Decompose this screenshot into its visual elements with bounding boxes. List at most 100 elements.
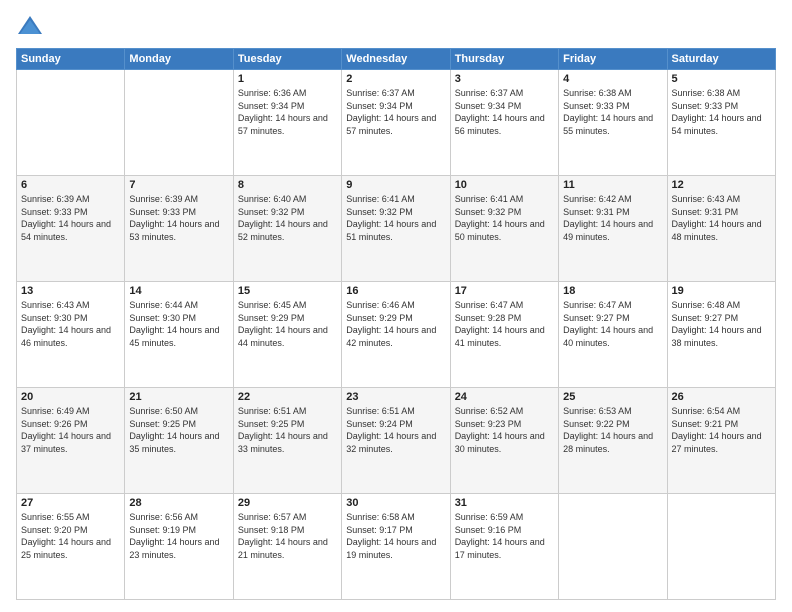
logo-icon — [16, 12, 44, 40]
day-number: 29 — [238, 497, 337, 509]
day-number: 14 — [129, 285, 228, 297]
calendar-day-cell: 14 Sunrise: 6:44 AM Sunset: 9:30 PM Dayl… — [125, 282, 233, 388]
day-number: 3 — [455, 73, 554, 85]
calendar-day-cell: 1 Sunrise: 6:36 AM Sunset: 9:34 PM Dayli… — [233, 70, 341, 176]
page: SundayMondayTuesdayWednesdayThursdayFrid… — [0, 0, 792, 612]
day-number: 22 — [238, 391, 337, 403]
calendar-day-cell — [667, 494, 775, 600]
logo — [16, 12, 48, 40]
day-number: 2 — [346, 73, 445, 85]
day-number: 6 — [21, 179, 120, 191]
calendar-day-cell: 22 Sunrise: 6:51 AM Sunset: 9:25 PM Dayl… — [233, 388, 341, 494]
calendar-day-cell: 5 Sunrise: 6:38 AM Sunset: 9:33 PM Dayli… — [667, 70, 775, 176]
day-info: Sunrise: 6:56 AM Sunset: 9:19 PM Dayligh… — [129, 511, 228, 561]
day-info: Sunrise: 6:39 AM Sunset: 9:33 PM Dayligh… — [129, 193, 228, 243]
weekday-header: Wednesday — [342, 49, 450, 70]
weekday-row: SundayMondayTuesdayWednesdayThursdayFrid… — [17, 49, 776, 70]
day-number: 10 — [455, 179, 554, 191]
calendar-body: 1 Sunrise: 6:36 AM Sunset: 9:34 PM Dayli… — [17, 70, 776, 600]
calendar-day-cell: 27 Sunrise: 6:55 AM Sunset: 9:20 PM Dayl… — [17, 494, 125, 600]
calendar-week-row: 27 Sunrise: 6:55 AM Sunset: 9:20 PM Dayl… — [17, 494, 776, 600]
day-number: 25 — [563, 391, 662, 403]
calendar-day-cell: 4 Sunrise: 6:38 AM Sunset: 9:33 PM Dayli… — [559, 70, 667, 176]
calendar-day-cell: 26 Sunrise: 6:54 AM Sunset: 9:21 PM Dayl… — [667, 388, 775, 494]
calendar-day-cell: 12 Sunrise: 6:43 AM Sunset: 9:31 PM Dayl… — [667, 176, 775, 282]
day-info: Sunrise: 6:38 AM Sunset: 9:33 PM Dayligh… — [672, 87, 771, 137]
day-number: 15 — [238, 285, 337, 297]
day-number: 17 — [455, 285, 554, 297]
calendar-day-cell: 3 Sunrise: 6:37 AM Sunset: 9:34 PM Dayli… — [450, 70, 558, 176]
day-number: 12 — [672, 179, 771, 191]
day-info: Sunrise: 6:36 AM Sunset: 9:34 PM Dayligh… — [238, 87, 337, 137]
calendar-day-cell — [125, 70, 233, 176]
calendar-table: SundayMondayTuesdayWednesdayThursdayFrid… — [16, 48, 776, 600]
calendar-day-cell: 31 Sunrise: 6:59 AM Sunset: 9:16 PM Dayl… — [450, 494, 558, 600]
calendar-week-row: 6 Sunrise: 6:39 AM Sunset: 9:33 PM Dayli… — [17, 176, 776, 282]
calendar-day-cell: 18 Sunrise: 6:47 AM Sunset: 9:27 PM Dayl… — [559, 282, 667, 388]
day-info: Sunrise: 6:41 AM Sunset: 9:32 PM Dayligh… — [455, 193, 554, 243]
day-info: Sunrise: 6:37 AM Sunset: 9:34 PM Dayligh… — [346, 87, 445, 137]
calendar-day-cell: 29 Sunrise: 6:57 AM Sunset: 9:18 PM Dayl… — [233, 494, 341, 600]
day-number: 18 — [563, 285, 662, 297]
calendar-day-cell: 23 Sunrise: 6:51 AM Sunset: 9:24 PM Dayl… — [342, 388, 450, 494]
day-number: 16 — [346, 285, 445, 297]
calendar-week-row: 13 Sunrise: 6:43 AM Sunset: 9:30 PM Dayl… — [17, 282, 776, 388]
day-number: 19 — [672, 285, 771, 297]
day-info: Sunrise: 6:41 AM Sunset: 9:32 PM Dayligh… — [346, 193, 445, 243]
day-info: Sunrise: 6:50 AM Sunset: 9:25 PM Dayligh… — [129, 405, 228, 455]
calendar-header: SundayMondayTuesdayWednesdayThursdayFrid… — [17, 49, 776, 70]
calendar-day-cell: 11 Sunrise: 6:42 AM Sunset: 9:31 PM Dayl… — [559, 176, 667, 282]
weekday-header: Friday — [559, 49, 667, 70]
calendar-day-cell: 8 Sunrise: 6:40 AM Sunset: 9:32 PM Dayli… — [233, 176, 341, 282]
calendar-day-cell: 9 Sunrise: 6:41 AM Sunset: 9:32 PM Dayli… — [342, 176, 450, 282]
calendar-day-cell: 20 Sunrise: 6:49 AM Sunset: 9:26 PM Dayl… — [17, 388, 125, 494]
day-info: Sunrise: 6:59 AM Sunset: 9:16 PM Dayligh… — [455, 511, 554, 561]
day-number: 26 — [672, 391, 771, 403]
day-info: Sunrise: 6:49 AM Sunset: 9:26 PM Dayligh… — [21, 405, 120, 455]
day-info: Sunrise: 6:54 AM Sunset: 9:21 PM Dayligh… — [672, 405, 771, 455]
day-number: 1 — [238, 73, 337, 85]
day-info: Sunrise: 6:45 AM Sunset: 9:29 PM Dayligh… — [238, 299, 337, 349]
day-info: Sunrise: 6:43 AM Sunset: 9:30 PM Dayligh… — [21, 299, 120, 349]
day-number: 31 — [455, 497, 554, 509]
day-info: Sunrise: 6:51 AM Sunset: 9:25 PM Dayligh… — [238, 405, 337, 455]
day-info: Sunrise: 6:53 AM Sunset: 9:22 PM Dayligh… — [563, 405, 662, 455]
day-info: Sunrise: 6:47 AM Sunset: 9:27 PM Dayligh… — [563, 299, 662, 349]
calendar-day-cell: 16 Sunrise: 6:46 AM Sunset: 9:29 PM Dayl… — [342, 282, 450, 388]
weekday-header: Saturday — [667, 49, 775, 70]
day-number: 23 — [346, 391, 445, 403]
day-number: 4 — [563, 73, 662, 85]
calendar-day-cell: 25 Sunrise: 6:53 AM Sunset: 9:22 PM Dayl… — [559, 388, 667, 494]
day-number: 11 — [563, 179, 662, 191]
day-info: Sunrise: 6:51 AM Sunset: 9:24 PM Dayligh… — [346, 405, 445, 455]
day-info: Sunrise: 6:42 AM Sunset: 9:31 PM Dayligh… — [563, 193, 662, 243]
day-info: Sunrise: 6:40 AM Sunset: 9:32 PM Dayligh… — [238, 193, 337, 243]
day-number: 13 — [21, 285, 120, 297]
calendar-day-cell: 21 Sunrise: 6:50 AM Sunset: 9:25 PM Dayl… — [125, 388, 233, 494]
calendar-day-cell: 6 Sunrise: 6:39 AM Sunset: 9:33 PM Dayli… — [17, 176, 125, 282]
calendar-day-cell: 10 Sunrise: 6:41 AM Sunset: 9:32 PM Dayl… — [450, 176, 558, 282]
day-info: Sunrise: 6:48 AM Sunset: 9:27 PM Dayligh… — [672, 299, 771, 349]
day-info: Sunrise: 6:52 AM Sunset: 9:23 PM Dayligh… — [455, 405, 554, 455]
day-number: 24 — [455, 391, 554, 403]
day-number: 5 — [672, 73, 771, 85]
calendar-week-row: 20 Sunrise: 6:49 AM Sunset: 9:26 PM Dayl… — [17, 388, 776, 494]
day-info: Sunrise: 6:38 AM Sunset: 9:33 PM Dayligh… — [563, 87, 662, 137]
calendar-day-cell: 19 Sunrise: 6:48 AM Sunset: 9:27 PM Dayl… — [667, 282, 775, 388]
day-number: 8 — [238, 179, 337, 191]
calendar-day-cell: 30 Sunrise: 6:58 AM Sunset: 9:17 PM Dayl… — [342, 494, 450, 600]
day-info: Sunrise: 6:58 AM Sunset: 9:17 PM Dayligh… — [346, 511, 445, 561]
header — [16, 12, 776, 40]
day-number: 30 — [346, 497, 445, 509]
calendar-day-cell: 17 Sunrise: 6:47 AM Sunset: 9:28 PM Dayl… — [450, 282, 558, 388]
calendar-day-cell: 15 Sunrise: 6:45 AM Sunset: 9:29 PM Dayl… — [233, 282, 341, 388]
day-info: Sunrise: 6:55 AM Sunset: 9:20 PM Dayligh… — [21, 511, 120, 561]
day-info: Sunrise: 6:43 AM Sunset: 9:31 PM Dayligh… — [672, 193, 771, 243]
calendar-day-cell: 7 Sunrise: 6:39 AM Sunset: 9:33 PM Dayli… — [125, 176, 233, 282]
calendar-day-cell: 28 Sunrise: 6:56 AM Sunset: 9:19 PM Dayl… — [125, 494, 233, 600]
day-number: 7 — [129, 179, 228, 191]
day-info: Sunrise: 6:39 AM Sunset: 9:33 PM Dayligh… — [21, 193, 120, 243]
day-number: 9 — [346, 179, 445, 191]
weekday-header: Thursday — [450, 49, 558, 70]
weekday-header: Tuesday — [233, 49, 341, 70]
